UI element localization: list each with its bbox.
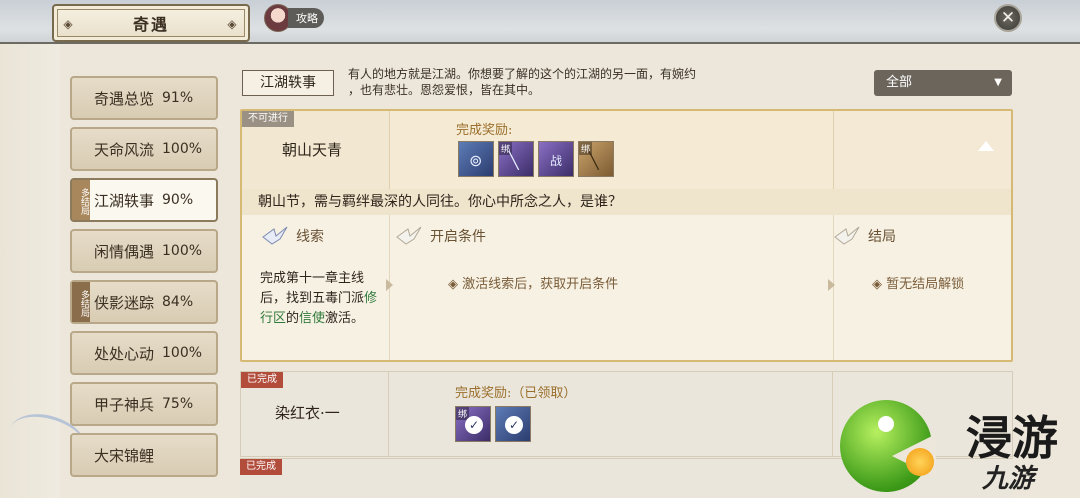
sidebar-item-percent: 100% [162, 243, 203, 259]
quest-title-cell: 不可进行 朝山天青 [242, 111, 390, 189]
clue-text-part: 完成第十一章主线后，找到五毒门派 [260, 271, 365, 306]
quest-card-expanded[interactable]: 不可进行 朝山天青 完成奖励: ⊚ 绑 ╲ 战 绑 ╲ 朝山节，需与羁绊最深的人… [240, 109, 1013, 362]
sidebar-item-percent: 100% [162, 345, 203, 361]
ending-value: 暂无结局解锁 [886, 277, 965, 292]
sidebar-item-dasong[interactable]: 大宋锦鲤 [70, 433, 218, 477]
sidebar-item-label: 侠影迷踪 [94, 293, 155, 312]
intro-line: 有人的地方就是江湖。你想要了解的这个的江湖的另一面，有婉约 [348, 67, 697, 81]
brush-icon: ╲ [589, 151, 599, 170]
sidebar-item-percent: 91% [162, 90, 194, 106]
sidebar-item-xiaying[interactable]: 多结局 侠影迷踪 84% [70, 280, 218, 324]
ornament-right-icon: ◈ [227, 17, 239, 31]
quest-details: 线索 完成第十一章主线后，找到五毒门派修行区的信使激活。 开启条件 ◈ 激活线索… [242, 215, 1011, 360]
multi-ending-tag: 多结局 [72, 282, 90, 322]
guide-button[interactable]: 攻略 [264, 4, 328, 32]
sidebar-item-xianqing[interactable]: 闲情偶遇 100% [70, 229, 218, 273]
sidebar-item-overview[interactable]: 奇遇总览 91% [70, 76, 218, 120]
clue-text-part: 激活。 [325, 311, 365, 326]
blade-icon: ╲ [509, 151, 519, 170]
sidebar-item-label: 奇遇总览 [94, 89, 155, 108]
sidebar-item-tianming[interactable]: 天命风流 100% [70, 127, 218, 171]
quest-name: 朝山天青 [282, 141, 343, 159]
logo-eye [878, 416, 894, 432]
sidebar-item-percent: 90% [162, 192, 194, 208]
reward-item[interactable]: 绑 ╲ [498, 141, 534, 177]
close-icon: ✕ [1000, 8, 1016, 28]
sidebar-item-chuchu[interactable]: 处处心动 100% [70, 331, 218, 375]
top-bar: ◈ 奇遇 ◈ 攻略 ✕ [0, 0, 1080, 44]
claimed-check-icon: ✓ [465, 416, 483, 434]
sidebar-item-label: 甲子神兵 [94, 395, 155, 414]
reward-item[interactable]: 绑 ✓ [455, 406, 491, 442]
sidebar-item-percent: 75% [162, 396, 194, 412]
logo-dot [906, 448, 934, 476]
ending-text: ◈ 暂无结局解锁 [872, 277, 965, 292]
clue-text: 完成第十一章主线后，找到五毒门派修行区的信使激活。 [260, 269, 388, 329]
category-intro: 有人的地方就是江湖。你想要了解的这个的江湖的另一面，有婉约 ，也有悲壮。恩怨爱恨… [348, 66, 768, 98]
condition-text: ◈ 激活线索后，获取开启条件 [448, 277, 619, 292]
quest-name: 染红衣·一 [275, 404, 340, 422]
clue-header-label: 线索 [296, 229, 324, 245]
sidebar-item-jiazi[interactable]: 甲子神兵 75% [70, 382, 218, 426]
reward-list: ⊚ 绑 ╲ 战 绑 ╲ [458, 141, 614, 177]
reward-item[interactable]: 绑 ╲ [578, 141, 614, 177]
sidebar-item-label: 大宋锦鲤 [94, 446, 155, 465]
arrow-right-icon [828, 279, 835, 291]
title-tab: ◈ 奇遇 ◈ [52, 4, 250, 42]
guide-label: 攻略 [288, 8, 324, 28]
filter-dropdown[interactable]: 全部 ▼ [874, 70, 1012, 96]
sidebar-item-percent: 100% [162, 141, 203, 157]
site-watermark: 浸游 九游 [836, 396, 1080, 498]
spiral-icon: ⊚ [469, 151, 483, 170]
category-sidebar: 奇遇总览 91% 天命风流 100% 多结局 江湖轶事 90% 闲情偶遇 100… [70, 76, 218, 484]
watermark-brand: 九游 [982, 464, 1035, 494]
reward-item[interactable]: ✓ [495, 406, 531, 442]
sidebar-item-label: 江湖轶事 [94, 191, 155, 210]
condition-header: 开启条件 [396, 225, 486, 247]
sidebar-item-label: 处处心动 [94, 344, 155, 363]
intro-line: ，也有悲壮。恩怨爱恨，皆在其中。 [348, 83, 541, 97]
collapse-arrow-icon[interactable] [978, 141, 994, 151]
quest-title-cell: 已完成 染红衣·一 [241, 372, 389, 456]
reward-label: 完成奖励: [456, 123, 513, 138]
filter-value: 全部 [886, 75, 913, 90]
ending-column: 结局 ◈ 暂无结局解锁 [828, 215, 1011, 360]
left-decoration [0, 44, 94, 498]
caret-down-icon: ▼ [994, 77, 1002, 88]
sidebar-item-jianghu[interactable]: 多结局 江湖轶事 90% [70, 178, 218, 222]
paper-crane-icon [262, 225, 288, 247]
condition-value: 激活线索后，获取开启条件 [462, 277, 619, 292]
ending-header-label: 结局 [868, 229, 896, 245]
ornament-left-icon: ◈ [63, 17, 75, 31]
sidebar-item-percent: 84% [162, 294, 194, 310]
status-badge: 已完成 [240, 459, 282, 475]
sidebar-item-label: 闲情偶遇 [94, 242, 155, 261]
condition-header-label: 开启条件 [430, 229, 486, 245]
clue-header: 线索 [262, 225, 324, 247]
page-title: 奇遇 [132, 15, 169, 34]
arrow-right-icon [386, 279, 393, 291]
close-button[interactable]: ✕ [994, 4, 1022, 32]
quest-description: 朝山节，需与羁绊最深的人同往。你心中所念之人，是谁？ [242, 189, 1011, 215]
clue-text-part: 的 [286, 311, 300, 326]
paper-crane-icon [834, 225, 860, 247]
clue-column: 线索 完成第十一章主线后，找到五毒门派修行区的信使激活。 [242, 215, 390, 360]
clue-npc-link[interactable]: 信使 [299, 311, 325, 326]
paper-crane-icon [396, 225, 422, 247]
seal-icon: 战 [550, 154, 563, 168]
category-title: 江湖轶事 [242, 70, 334, 96]
status-badge: 已完成 [241, 372, 283, 388]
reward-label: 完成奖励:（已领取） [455, 386, 577, 401]
sidebar-item-label: 天命风流 [94, 140, 155, 159]
reward-list: 绑 ✓ ✓ [455, 406, 531, 442]
ending-header: 结局 [834, 225, 896, 247]
quest-card-header[interactable]: 不可进行 朝山天青 完成奖励: ⊚ 绑 ╲ 战 绑 ╲ [242, 111, 1011, 189]
reward-item[interactable]: ⊚ [458, 141, 494, 177]
status-badge: 不可进行 [242, 111, 294, 127]
multi-ending-tag: 多结局 [72, 180, 90, 220]
claimed-check-icon: ✓ [505, 416, 523, 434]
reward-cell: 完成奖励:（已领取） 绑 ✓ ✓ [389, 372, 833, 456]
condition-column: 开启条件 ◈ 激活线索后，获取开启条件 [386, 215, 834, 360]
reward-item[interactable]: 战 [538, 141, 574, 177]
